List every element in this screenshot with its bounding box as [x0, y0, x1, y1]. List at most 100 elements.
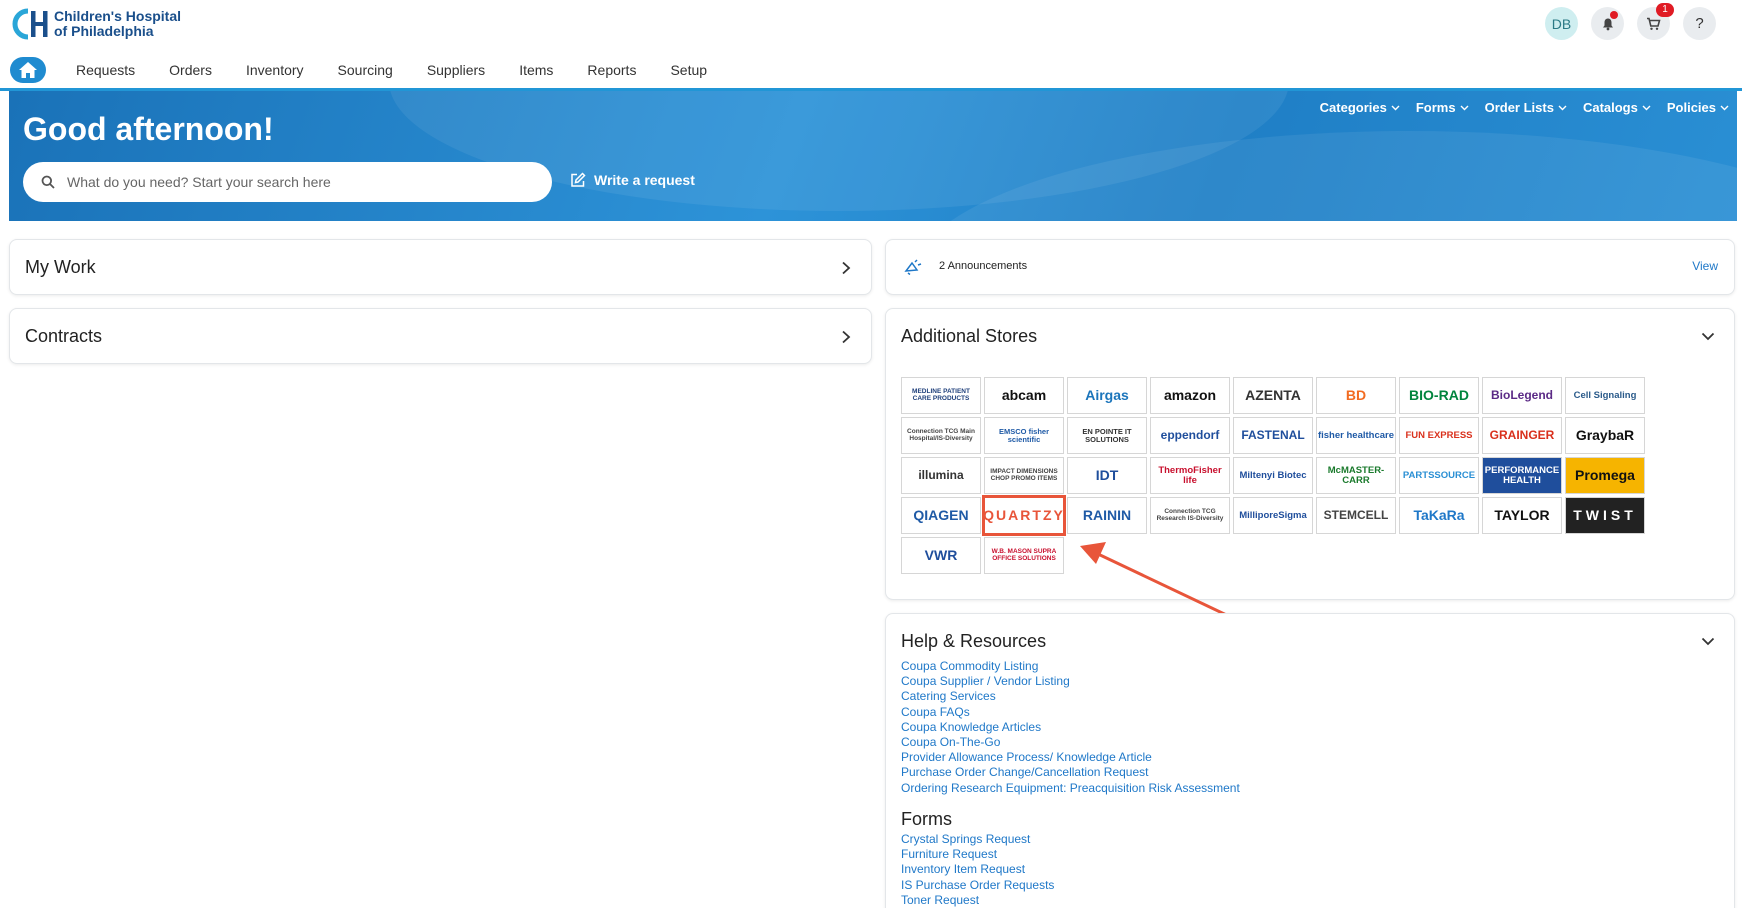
notifications-button[interactable]: [1591, 7, 1624, 40]
menu-policies[interactable]: Policies: [1667, 100, 1729, 115]
store-tile[interactable]: MilliporeSigma: [1233, 497, 1313, 534]
store-name: Airgas: [1085, 387, 1129, 404]
help-link[interactable]: Coupa Knowledge Articles: [901, 720, 1240, 735]
store-tile[interactable]: IMPACT DIMENSIONS CHOP PROMO ITEMS: [984, 457, 1064, 494]
home-icon: [19, 62, 37, 78]
brand-name-line1: Children's Hospital: [54, 8, 182, 24]
top-icons: DB 1 ?: [1545, 3, 1716, 40]
store-name: BioLegend: [1491, 388, 1553, 403]
nav-requests[interactable]: Requests: [76, 62, 135, 78]
my-work-card[interactable]: My Work: [9, 239, 872, 295]
store-tile[interactable]: FUN EXPRESS: [1399, 417, 1479, 454]
store-tile[interactable]: Connection TCG Main Hospital/IS-Diversit…: [901, 417, 981, 454]
store-name: TWIST: [1573, 507, 1637, 524]
store-tile[interactable]: GraybaR: [1565, 417, 1645, 454]
store-tile[interactable]: Airgas: [1067, 377, 1147, 414]
nav-reports[interactable]: Reports: [587, 62, 636, 78]
store-tile[interactable]: BD: [1316, 377, 1396, 414]
chevron-down-icon[interactable]: [1701, 637, 1715, 646]
chevron-down-icon[interactable]: [1701, 332, 1715, 341]
help-button[interactable]: ?: [1683, 7, 1716, 40]
search-input[interactable]: [67, 174, 507, 190]
logo[interactable]: Children's Hospital of Philadelphia: [10, 6, 185, 42]
help-link[interactable]: Provider Allowance Process/ Knowledge Ar…: [901, 750, 1240, 765]
store-tile[interactable]: Connection TCG Research IS-Diversity: [1150, 497, 1230, 534]
home-button[interactable]: [10, 57, 46, 83]
store-tile[interactable]: QUARTZY: [982, 495, 1066, 536]
menu-order-lists[interactable]: Order Lists: [1485, 100, 1567, 115]
forms-link[interactable]: Furniture Request: [901, 847, 1054, 862]
help-link[interactable]: Catering Services: [901, 689, 1240, 704]
store-tile[interactable]: RAININ: [1067, 497, 1147, 534]
store-tile[interactable]: W.B. MASON SUPRA OFFICE SOLUTIONS: [984, 537, 1064, 574]
nav-sourcing[interactable]: Sourcing: [338, 62, 393, 78]
store-tile[interactable]: IDT: [1067, 457, 1147, 494]
my-work-title: My Work: [25, 257, 96, 277]
forms-link[interactable]: Inventory Item Request: [901, 862, 1054, 877]
help-link[interactable]: Coupa On-The-Go: [901, 735, 1240, 750]
store-tile[interactable]: fisher healthcare: [1316, 417, 1396, 454]
store-tile[interactable]: abcam: [984, 377, 1064, 414]
store-tile[interactable]: TaKaRa: [1399, 497, 1479, 534]
announcements-view-link[interactable]: View: [1692, 259, 1718, 273]
store-tile[interactable]: ThermoFisher life: [1150, 457, 1230, 494]
store-name: ThermoFisher life: [1158, 464, 1222, 486]
store-tile[interactable]: PERFORMANCE HEALTH: [1482, 457, 1562, 494]
additional-stores-card: Additional Stores MEDLINE PATIENT CARE P…: [885, 308, 1735, 600]
question-mark-icon: ?: [1695, 15, 1704, 32]
store-tile[interactable]: Promega: [1565, 457, 1645, 494]
store-tile[interactable]: Miltenyi Biotec: [1233, 457, 1313, 494]
store-tile[interactable]: VWR: [901, 537, 981, 574]
nav-orders[interactable]: Orders: [169, 62, 212, 78]
menu-forms[interactable]: Forms: [1416, 100, 1469, 115]
store-tile[interactable]: amazon: [1150, 377, 1230, 414]
store-tile[interactable]: QIAGEN: [901, 497, 981, 534]
help-link[interactable]: Coupa Commodity Listing: [901, 659, 1240, 674]
nav-items[interactable]: Items: [519, 62, 553, 78]
store-tile[interactable]: PARTSSOURCE: [1399, 457, 1479, 494]
store-tile[interactable]: BioLegend: [1482, 377, 1562, 414]
store-tile[interactable]: EMSCO fisher scientific: [984, 417, 1064, 454]
store-tile[interactable]: TWIST: [1565, 497, 1645, 534]
chevron-down-icon: [1558, 105, 1567, 110]
edit-icon: [571, 172, 586, 187]
cart-button[interactable]: 1: [1637, 3, 1674, 40]
forms-link[interactable]: IS Purchase Order Requests: [901, 878, 1054, 893]
write-request-link[interactable]: Write a request: [570, 172, 695, 188]
help-links: Coupa Commodity Listing Coupa Supplier / …: [901, 659, 1240, 796]
store-tile[interactable]: FASTENAL: [1233, 417, 1313, 454]
help-link[interactable]: Purchase Order Change/Cancellation Reque…: [901, 765, 1240, 780]
store-name: abcam: [1001, 387, 1047, 404]
brand-name-line2: of Philadelphia: [54, 23, 154, 39]
nav-setup[interactable]: Setup: [670, 62, 707, 78]
store-tile[interactable]: Cell Signaling: [1565, 377, 1645, 414]
nav-inventory[interactable]: Inventory: [246, 62, 304, 78]
store-tile[interactable]: STEMCELL: [1316, 497, 1396, 534]
forms-link[interactable]: Crystal Springs Request: [901, 832, 1054, 847]
search-box[interactable]: [23, 162, 552, 202]
user-avatar[interactable]: DB: [1545, 7, 1578, 40]
store-tile[interactable]: BIO-RAD: [1399, 377, 1479, 414]
help-link[interactable]: Coupa FAQs: [901, 705, 1240, 720]
store-name: FUN EXPRESS: [1405, 429, 1473, 441]
forms-link[interactable]: Toner Request: [901, 893, 1054, 908]
store-tile[interactable]: AZENTA: [1233, 377, 1313, 414]
store-tile[interactable]: TAYLOR: [1482, 497, 1562, 534]
announcements-card: 2 Announcements View: [885, 239, 1735, 295]
store-tile[interactable]: McMASTER-CARR: [1316, 457, 1396, 494]
menu-categories[interactable]: Categories: [1320, 100, 1400, 115]
store-tile[interactable]: EN POINTE IT SOLUTIONS: [1067, 417, 1147, 454]
help-link[interactable]: Coupa Supplier / Vendor Listing: [901, 674, 1240, 689]
store-name: illumina: [918, 468, 964, 483]
store-tile[interactable]: MEDLINE PATIENT CARE PRODUCTS: [901, 377, 981, 414]
store-tile[interactable]: eppendorf: [1150, 417, 1230, 454]
contracts-card[interactable]: Contracts: [9, 308, 872, 364]
store-tile[interactable]: GRAINGER: [1482, 417, 1562, 454]
notification-dot: [1610, 11, 1618, 19]
search-icon: [41, 175, 55, 189]
store-name: MEDLINE PATIENT CARE PRODUCTS: [912, 387, 970, 402]
nav-suppliers[interactable]: Suppliers: [427, 62, 485, 78]
menu-catalogs[interactable]: Catalogs: [1583, 100, 1651, 115]
help-link[interactable]: Ordering Research Equipment: Preacquisit…: [901, 781, 1240, 796]
store-tile[interactable]: illumina: [901, 457, 981, 494]
